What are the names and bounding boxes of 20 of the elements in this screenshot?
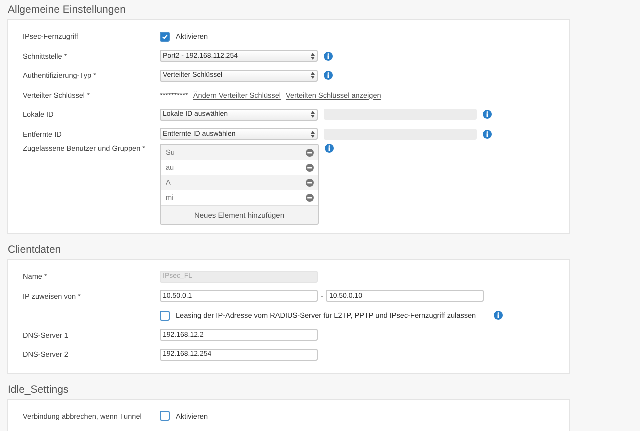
info-icon[interactable] bbox=[494, 311, 504, 320]
checkbox[interactable] bbox=[160, 411, 170, 422]
remove-icon[interactable] bbox=[306, 148, 314, 156]
remove-icon[interactable] bbox=[306, 164, 314, 172]
checkbox[interactable] bbox=[160, 32, 170, 42]
caret-icon bbox=[311, 130, 315, 138]
caret-icon bbox=[311, 72, 315, 80]
info-icon[interactable] bbox=[325, 144, 334, 153]
remove-icon[interactable] bbox=[306, 194, 314, 202]
info-icon[interactable] bbox=[483, 110, 492, 120]
info-icon[interactable] bbox=[324, 52, 333, 61]
caret-icon bbox=[311, 52, 315, 60]
caret-icon bbox=[311, 111, 315, 118]
section-title: Clientdaten bbox=[7, 243, 62, 258]
checkbox[interactable] bbox=[160, 310, 170, 321]
remove-icon[interactable] bbox=[306, 178, 314, 186]
section-title: Allgemeine Einstellungen bbox=[7, 3, 127, 18]
section-title: Idle_Settings bbox=[7, 382, 70, 398]
info-icon[interactable] bbox=[324, 71, 333, 80]
info-icon[interactable] bbox=[483, 130, 492, 139]
